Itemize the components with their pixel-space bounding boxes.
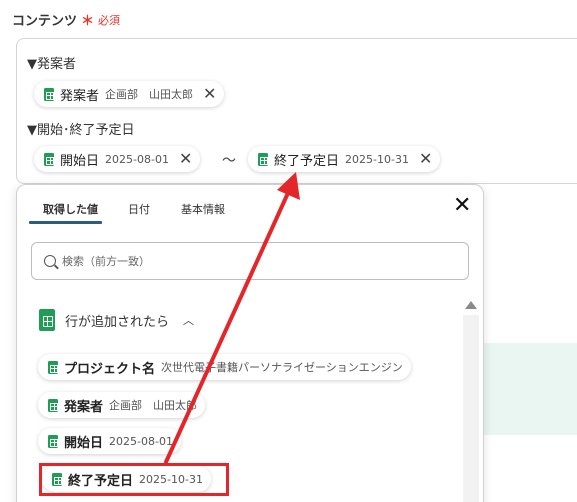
- annotation-arrow: [164, 172, 300, 464]
- arrow-shaft: [164, 191, 290, 464]
